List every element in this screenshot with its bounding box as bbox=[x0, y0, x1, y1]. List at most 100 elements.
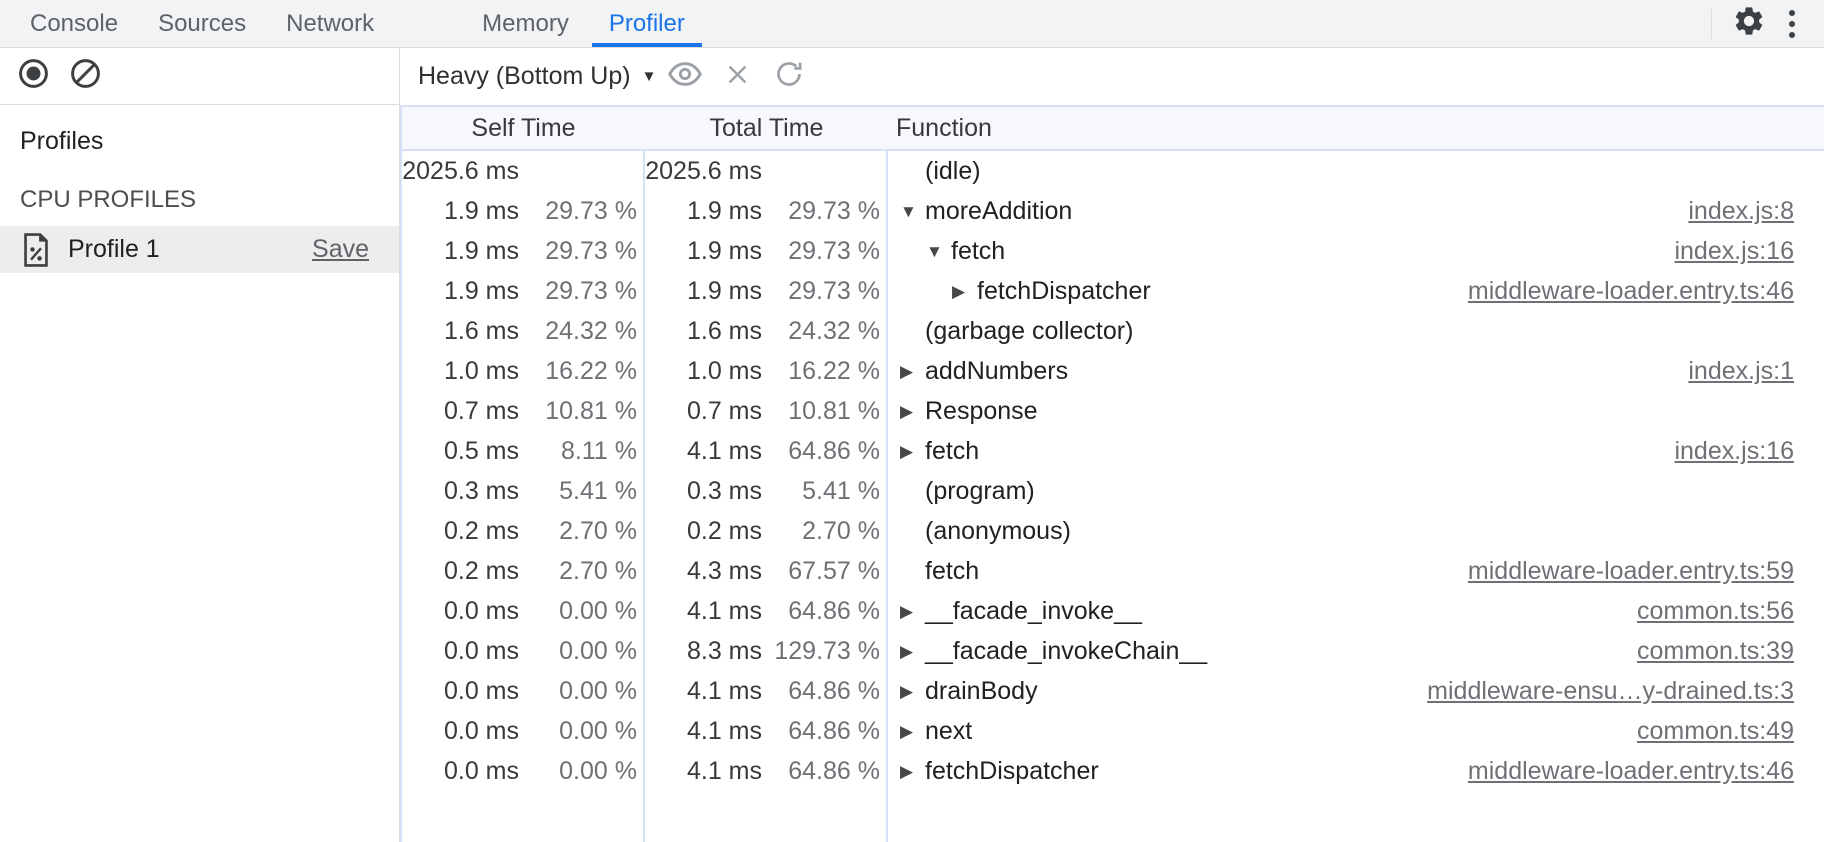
column-header-function[interactable]: Function bbox=[888, 107, 1824, 149]
eye-icon bbox=[667, 56, 703, 97]
table-row[interactable]: 0.5 ms 8.11 % 4.1 ms 64.86 % ▶ fetch ind… bbox=[402, 431, 1824, 471]
tabbar-divider bbox=[1711, 9, 1712, 39]
source-link[interactable]: index.js:16 bbox=[1674, 237, 1824, 266]
total-ms: 4.1 ms bbox=[645, 717, 762, 746]
tab-profiler[interactable]: Profiler bbox=[592, 0, 702, 47]
self-pct: 2.70 % bbox=[519, 517, 637, 546]
total-ms: 1.6 ms bbox=[645, 317, 762, 346]
more-options-button[interactable] bbox=[1772, 1, 1812, 47]
self-time-cell: 0.0 ms 0.00 % bbox=[402, 757, 645, 786]
total-pct: 64.86 % bbox=[762, 597, 880, 626]
expand-arrow-icon[interactable]: ▶ bbox=[900, 763, 925, 780]
function-name: moreAddition bbox=[925, 197, 1072, 226]
source-link[interactable]: index.js:8 bbox=[1688, 197, 1824, 226]
table-row[interactable]: 0.0 ms 0.00 % 8.3 ms 129.73 % ▶ __facade… bbox=[402, 631, 1824, 671]
function-name: fetch bbox=[951, 237, 1005, 266]
total-time-cell: 4.1 ms 64.86 % bbox=[645, 677, 888, 706]
self-time-cell: 1.6 ms 24.32 % bbox=[402, 317, 645, 346]
expand-arrow-icon[interactable]: ▶ bbox=[900, 363, 925, 380]
exclude-function-button[interactable] bbox=[714, 54, 760, 100]
self-pct: 5.41 % bbox=[519, 477, 637, 506]
self-ms: 0.3 ms bbox=[402, 477, 519, 506]
table-row[interactable]: 1.9 ms 29.73 % 1.9 ms 29.73 % ▼ moreAddi… bbox=[402, 191, 1824, 231]
kebab-menu-icon bbox=[1789, 10, 1795, 38]
source-link[interactable]: middleware-loader.entry.ts:46 bbox=[1468, 757, 1824, 786]
expand-arrow-icon[interactable]: ▶ bbox=[900, 643, 925, 660]
table-row[interactable]: 0.0 ms 0.00 % 4.1 ms 64.86 % ▶ drainBody… bbox=[402, 671, 1824, 711]
function-cell: (idle) bbox=[888, 157, 1824, 186]
profile-list-item[interactable]: Profile 1 Save bbox=[0, 226, 399, 273]
view-mode-dropdown[interactable]: Heavy (Bottom Up) ▼ bbox=[418, 62, 656, 91]
self-pct: 29.73 % bbox=[519, 237, 637, 266]
expand-arrow-icon[interactable]: ▶ bbox=[900, 603, 925, 620]
table-row[interactable]: 1.9 ms 29.73 % 1.9 ms 29.73 % ▶ fetchDis… bbox=[402, 271, 1824, 311]
table-row[interactable]: 0.2 ms 2.70 % 4.3 ms 67.57 % fetch middl… bbox=[402, 551, 1824, 591]
save-profile-link[interactable]: Save bbox=[312, 235, 369, 264]
source-link[interactable]: index.js:16 bbox=[1674, 437, 1824, 466]
source-link[interactable]: common.ts:56 bbox=[1637, 597, 1824, 626]
tab-sources[interactable]: Sources bbox=[141, 0, 263, 47]
self-pct: 0.00 % bbox=[519, 717, 637, 746]
function-name: __facade_invokeChain__ bbox=[925, 637, 1207, 666]
table-row[interactable]: 1.6 ms 24.32 % 1.6 ms 24.32 % (garbage c… bbox=[402, 311, 1824, 351]
gear-icon bbox=[1732, 4, 1766, 43]
self-ms: 0.0 ms bbox=[402, 757, 519, 786]
total-ms: 4.1 ms bbox=[645, 437, 762, 466]
self-time-cell: 0.2 ms 2.70 % bbox=[402, 557, 645, 586]
total-ms: 2025.6 ms bbox=[645, 157, 762, 186]
table-row[interactable]: 0.2 ms 2.70 % 0.2 ms 2.70 % (anonymous) bbox=[402, 511, 1824, 551]
total-pct: 67.57 % bbox=[762, 557, 880, 586]
tab-memory[interactable]: Memory bbox=[465, 0, 586, 47]
expand-arrow-icon[interactable]: ▶ bbox=[900, 403, 925, 420]
record-button[interactable] bbox=[12, 55, 54, 97]
expand-arrow-icon[interactable]: ▶ bbox=[900, 443, 925, 460]
table-row[interactable]: 1.9 ms 29.73 % 1.9 ms 29.73 % ▼ fetch in… bbox=[402, 231, 1824, 271]
table-row[interactable]: 0.7 ms 10.81 % 0.7 ms 10.81 % ▶ Response bbox=[402, 391, 1824, 431]
table-row[interactable]: 1.0 ms 16.22 % 1.0 ms 16.22 % ▶ addNumbe… bbox=[402, 351, 1824, 391]
column-header-total-time[interactable]: Total Time bbox=[645, 107, 888, 149]
restore-functions-button[interactable] bbox=[766, 54, 812, 100]
settings-button[interactable] bbox=[1726, 1, 1772, 47]
devtools-window: Console Sources Network Memory Profiler bbox=[0, 0, 1824, 842]
clear-icon bbox=[70, 58, 101, 94]
tab-network[interactable]: Network bbox=[269, 0, 391, 47]
self-ms: 1.9 ms bbox=[402, 277, 519, 306]
table-row[interactable]: 0.0 ms 0.00 % 4.1 ms 64.86 % ▶ fetchDisp… bbox=[402, 751, 1824, 791]
self-ms: 0.0 ms bbox=[402, 597, 519, 626]
expand-arrow-icon[interactable]: ▶ bbox=[952, 283, 977, 300]
expand-arrow-icon[interactable]: ▶ bbox=[900, 683, 925, 700]
column-header-self-time[interactable]: Self Time bbox=[402, 107, 645, 149]
clear-button[interactable] bbox=[64, 55, 106, 97]
function-name: (garbage collector) bbox=[925, 317, 1133, 346]
total-time-cell: 0.2 ms 2.70 % bbox=[645, 517, 888, 546]
tab-console[interactable]: Console bbox=[13, 0, 135, 47]
table-row[interactable]: 2025.6 ms 2025.6 ms (idle) bbox=[402, 151, 1824, 191]
source-link[interactable]: common.ts:49 bbox=[1637, 717, 1824, 746]
self-ms: 1.9 ms bbox=[402, 237, 519, 266]
table-row[interactable]: 0.0 ms 0.00 % 4.1 ms 64.86 % ▶ next comm… bbox=[402, 711, 1824, 751]
table-row[interactable]: 0.3 ms 5.41 % 0.3 ms 5.41 % (program) bbox=[402, 471, 1824, 511]
total-ms: 8.3 ms bbox=[645, 637, 762, 666]
function-cell: ▶ Response bbox=[888, 397, 1824, 426]
expand-arrow-icon[interactable]: ▼ bbox=[926, 243, 951, 260]
self-ms: 2025.6 ms bbox=[402, 157, 519, 186]
self-time-cell: 1.0 ms 16.22 % bbox=[402, 357, 645, 386]
total-time-cell: 4.1 ms 64.86 % bbox=[645, 597, 888, 626]
source-link[interactable]: middleware-ensu…y-drained.ts:3 bbox=[1427, 677, 1824, 706]
expand-arrow-icon[interactable]: ▼ bbox=[900, 203, 925, 220]
table-row[interactable]: 0.0 ms 0.00 % 4.1 ms 64.86 % ▶ __facade_… bbox=[402, 591, 1824, 631]
total-ms: 4.1 ms bbox=[645, 677, 762, 706]
total-pct: 29.73 % bbox=[762, 237, 880, 266]
total-pct: 64.86 % bbox=[762, 677, 880, 706]
total-pct: 29.73 % bbox=[762, 277, 880, 306]
source-link[interactable]: middleware-loader.entry.ts:59 bbox=[1468, 557, 1824, 586]
total-pct: 64.86 % bbox=[762, 437, 880, 466]
focus-function-button[interactable] bbox=[662, 54, 708, 100]
tabbar-right-controls bbox=[1697, 0, 1824, 47]
view-mode-label: Heavy (Bottom Up) bbox=[418, 62, 631, 91]
expand-arrow-icon[interactable]: ▶ bbox=[900, 723, 925, 740]
source-link[interactable]: middleware-loader.entry.ts:46 bbox=[1468, 277, 1824, 306]
total-time-cell: 4.1 ms 64.86 % bbox=[645, 757, 888, 786]
source-link[interactable]: common.ts:39 bbox=[1637, 637, 1824, 666]
source-link[interactable]: index.js:1 bbox=[1688, 357, 1824, 386]
